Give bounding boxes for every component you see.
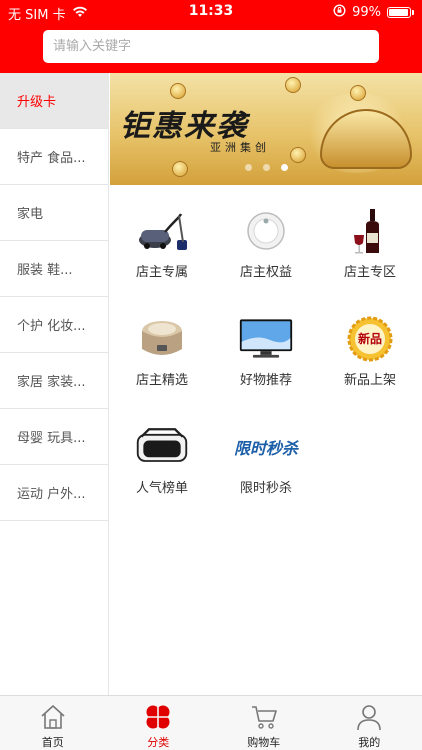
search-input[interactable] (43, 30, 379, 63)
sidebar-item-sports-outdoor[interactable]: 运动 户外... (0, 465, 108, 521)
grid-item-owner-exclusive[interactable]: 店主专属 (110, 195, 214, 303)
battery-percent: 99% (352, 5, 381, 20)
grid-item-label: 店主精选 (135, 373, 188, 388)
sidebar-item-label: 升级卡 (17, 95, 57, 110)
tab-home[interactable]: 首页 (0, 696, 106, 750)
category-sidebar: 升级卡 特产 食品... 家电 服装 鞋... 个护 化妆... 家居 家装..… (0, 73, 109, 695)
robot-vacuum-icon (238, 207, 294, 255)
promo-banner[interactable]: 钜惠来袭 亚洲集创 (110, 73, 422, 185)
bottom-tab-bar: 首页 分类 购物车 我的 (0, 695, 422, 750)
vr-headset-icon (134, 423, 190, 471)
carousel-dot[interactable] (245, 164, 252, 171)
grid-item-owner-benefits[interactable]: 店主权益 (214, 195, 318, 303)
tab-label: 分类 (147, 736, 170, 749)
grid-item-label: 限时秒杀 (239, 481, 292, 496)
badge-text: 新品 (357, 332, 382, 346)
category-grid: 店主专属 店主权益 店主专区 店主精选 好物推荐 新品 新品上架 人气榜单 限时… (110, 195, 422, 519)
sidebar-item-label: 个护 化妆... (17, 319, 86, 334)
vacuum-cleaner-icon (134, 207, 190, 255)
sidebar-item-clothing-shoes[interactable]: 服装 鞋... (0, 241, 108, 297)
battery-tip (412, 10, 414, 15)
grid-item-label: 店主专区 (343, 265, 396, 280)
grid-item-label: 好物推荐 (239, 373, 292, 388)
carousel-dot[interactable] (263, 164, 270, 171)
status-right: 99% (333, 4, 414, 21)
carousel-dot-active[interactable] (281, 164, 288, 171)
tab-category[interactable]: 分类 (106, 696, 212, 750)
sidebar-item-upgrade-card[interactable]: 升级卡 (0, 73, 108, 129)
grid-item-popular-ranking[interactable]: 人气榜单 (110, 411, 214, 519)
profile-icon (354, 702, 384, 731)
flash-sale-logo: 限时秒杀 (226, 423, 306, 471)
sidebar-item-home-decor[interactable]: 家居 家装... (0, 353, 108, 409)
grid-item-label: 新品上架 (343, 373, 396, 388)
orientation-lock-icon (333, 4, 346, 21)
sidebar-item-label: 运动 户外... (17, 487, 86, 502)
coin-icon (170, 83, 186, 99)
category-clover-icon (143, 702, 173, 731)
flash-sale-logo-text: 限时秒杀 (233, 439, 298, 458)
tab-label: 我的 (358, 736, 381, 749)
tab-cart[interactable]: 购物车 (211, 696, 317, 750)
sidebar-item-personal-care[interactable]: 个护 化妆... (0, 297, 108, 353)
grid-item-recommended[interactable]: 好物推荐 (214, 303, 318, 411)
header-bar: 无 SIM 卡 11:33 99% (0, 0, 422, 73)
wine-bottle-icon (342, 207, 398, 255)
tab-label: 购物车 (247, 736, 281, 749)
carousel-indicator (245, 164, 288, 171)
grid-item-owner-picks[interactable]: 店主精选 (110, 303, 214, 411)
sidebar-item-label: 母婴 玩具... (17, 431, 86, 446)
coin-icon (290, 147, 306, 163)
cart-icon (249, 702, 279, 731)
coin-icon (172, 161, 188, 177)
coin-icon (350, 85, 366, 101)
status-bar: 无 SIM 卡 11:33 99% (0, 0, 422, 24)
battery-icon (387, 7, 411, 18)
grid-item-label: 店主权益 (239, 265, 292, 280)
sidebar-item-label: 家居 家装... (17, 375, 86, 390)
grid-item-flash-sale[interactable]: 限时秒杀 限时秒杀 (214, 411, 318, 519)
grid-item-label: 店主专属 (135, 265, 188, 280)
sidebar-item-label: 特产 食品... (17, 151, 86, 166)
sidebar-item-baby-toys[interactable]: 母婴 玩具... (0, 409, 108, 465)
rice-cooker-icon (134, 315, 190, 363)
new-badge-icon: 新品 (342, 315, 398, 363)
tab-profile[interactable]: 我的 (317, 696, 422, 750)
grid-item-label: 人气榜单 (135, 481, 188, 496)
sidebar-item-label: 服装 鞋... (17, 263, 73, 278)
tab-label: 首页 (41, 736, 64, 749)
home-icon (38, 702, 68, 731)
sidebar-item-label: 家电 (17, 207, 44, 222)
coin-icon (285, 77, 301, 93)
sidebar-item-appliances[interactable]: 家电 (0, 185, 108, 241)
banner-subtitle: 亚洲集创 (210, 141, 270, 154)
sidebar-item-specialty-food[interactable]: 特产 食品... (0, 129, 108, 185)
tv-monitor-icon (238, 315, 294, 363)
grid-item-owner-zone[interactable]: 店主专区 (318, 195, 422, 303)
grid-item-new-arrivals[interactable]: 新品 新品上架 (318, 303, 422, 411)
